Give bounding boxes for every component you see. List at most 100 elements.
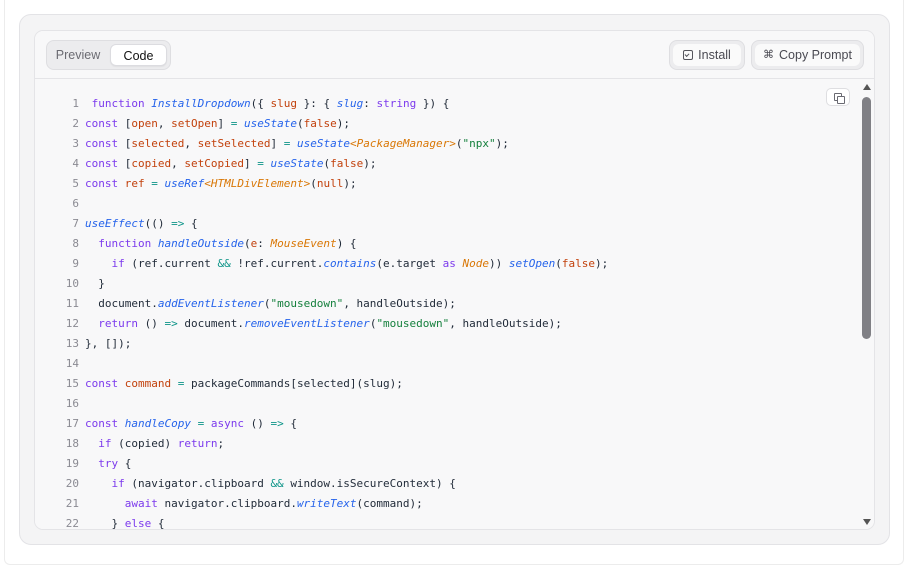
code-token: selected — [131, 137, 185, 150]
scroll-down-arrow-icon[interactable] — [863, 519, 871, 525]
line-number: 3 — [72, 137, 79, 150]
code-token: try — [85, 457, 125, 470]
code-line: 10 } — [35, 274, 105, 294]
code-token: Node — [462, 257, 490, 270]
code-token: useState — [296, 137, 350, 150]
code-text: } else { — [79, 514, 165, 530]
code-token: ); — [595, 257, 609, 270]
code-token: function — [85, 97, 152, 110]
code-token: (copied) — [118, 437, 178, 450]
code-token: false — [330, 157, 364, 170]
code-token: ref — [124, 177, 152, 190]
code-token: (e.target — [376, 257, 443, 270]
code-token: () — [144, 317, 165, 330]
code-text: } — [79, 274, 105, 294]
line-number: 15 — [65, 377, 79, 390]
code-token: const — [85, 377, 125, 390]
code-token: const — [85, 137, 125, 150]
code-token: } — [85, 277, 105, 290]
code-token: slug — [336, 97, 364, 110]
code-line: 13 }, []); — [35, 334, 132, 354]
code-line: 9 if (ref.current && !ref.current.contai… — [35, 254, 608, 274]
code-token: <HTMLDivElement> — [204, 177, 311, 190]
code-preview-panel: Preview Code Install ⌘ Copy Prompt 1 fun… — [34, 30, 875, 530]
code-token: { — [157, 517, 165, 530]
code-token: ); — [336, 117, 350, 130]
terminal-icon — [683, 50, 694, 60]
code-token: = — [257, 157, 271, 170]
line-number: 9 — [72, 257, 79, 270]
view-tabs: Preview Code — [46, 40, 171, 70]
tab-preview[interactable]: Preview — [50, 44, 106, 66]
code-token: writeText — [296, 497, 357, 510]
code-token: => — [164, 317, 185, 330]
line-number: 5 — [72, 177, 79, 190]
copy-prompt-button[interactable]: ⌘ Copy Prompt — [751, 40, 864, 70]
code-token: function — [85, 237, 158, 250]
code-token: return — [177, 437, 218, 450]
line-number: 6 — [72, 197, 79, 210]
line-number: 14 — [65, 357, 79, 370]
code-line: 15 const command = packageCommands[select… — [35, 374, 403, 394]
code-token: ( — [555, 257, 562, 270]
code-text: const [open, setOpen] = useState(false); — [79, 114, 350, 134]
code-line: 11 document.addEventListener("mousedown"… — [35, 294, 456, 314]
tab-code[interactable]: Code — [110, 44, 167, 66]
code-text: const ref = useRef<HTMLDivElement>(null)… — [79, 174, 357, 194]
code-token: document. — [184, 317, 244, 330]
code-text: document.addEventListener("mousedown", h… — [79, 294, 456, 314]
code-token: => — [171, 217, 191, 230]
code-line: 21 await navigator.clipboard.writeText(c… — [35, 494, 423, 514]
install-button[interactable]: Install — [669, 40, 745, 70]
line-number: 22 — [65, 517, 79, 530]
copy-code-button[interactable] — [826, 88, 850, 106]
scroll-thumb[interactable] — [862, 97, 871, 339]
install-label: Install — [698, 48, 731, 62]
code-text: function InstallDropdown({ slug }: { slu… — [79, 94, 450, 114]
code-token: (command); — [356, 497, 423, 510]
code-token: false — [303, 117, 337, 130]
code-token: useEffect — [85, 217, 145, 230]
code-token: ] — [217, 117, 231, 130]
code-line: 4 const [copied, setCopied] = useState(fa… — [35, 154, 376, 174]
code-token: }: { — [296, 97, 337, 110]
code-text: try { — [79, 454, 131, 474]
code-scrollbar[interactable] — [860, 79, 874, 529]
code-token: } — [85, 517, 125, 530]
line-number: 18 — [65, 437, 79, 450]
code-line: 8 function handleOutside(e: MouseEvent) … — [35, 234, 357, 254]
code-line: 14 — [35, 354, 85, 374]
code-token: string — [376, 97, 417, 110]
code-text: if (navigator.clipboard && window.isSecu… — [79, 474, 455, 494]
code-token: if — [85, 437, 119, 450]
code-token: const — [85, 417, 125, 430]
code-token: = — [197, 417, 211, 430]
code-token: useState — [270, 157, 324, 170]
code-token: && — [217, 257, 238, 270]
code-token: ); — [363, 157, 377, 170]
code-block: 1 function InstallDropdown({ slug }: { s… — [35, 79, 860, 530]
code-text: const [selected, setSelected] = useState… — [79, 134, 509, 154]
code-text: const [copied, setCopied] = useState(fal… — [79, 154, 376, 174]
code-token: }, []); — [85, 337, 132, 350]
code-token: )) — [489, 257, 509, 270]
code-token: => — [270, 417, 291, 430]
code-token: ) { — [336, 237, 357, 250]
code-token: "mousedown" — [270, 297, 344, 310]
line-number: 21 — [65, 497, 79, 510]
scroll-up-arrow-icon[interactable] — [863, 84, 871, 90]
copy-prompt-label: Copy Prompt — [779, 48, 852, 62]
code-token: return — [85, 317, 145, 330]
line-number: 4 — [72, 157, 79, 170]
code-token: setOpen — [171, 117, 218, 130]
line-number: 20 — [65, 477, 79, 490]
line-number: 8 — [72, 237, 79, 250]
code-token: ( — [296, 117, 304, 130]
code-text: const command = packageCommands[selected… — [79, 374, 403, 394]
code-token: ); — [495, 137, 509, 150]
line-number: 11 — [65, 297, 79, 310]
code-text: if (ref.current && !ref.current.contains… — [79, 254, 608, 274]
code-line: 12 return () => document.removeEventList… — [35, 314, 562, 334]
line-number: 13 — [65, 337, 79, 350]
code-text: if (copied) return; — [79, 434, 224, 454]
